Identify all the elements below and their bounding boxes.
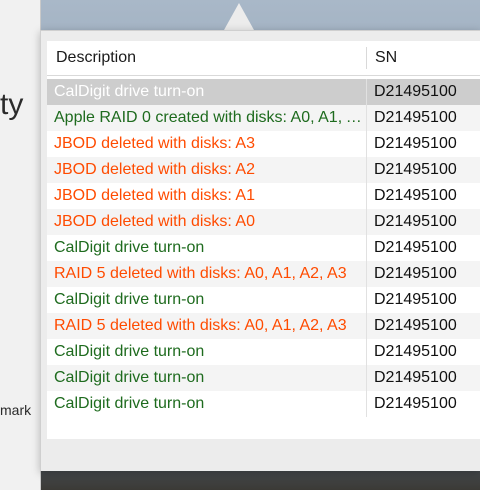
row-sn: D21495100 <box>374 187 457 204</box>
table-row[interactable]: JBOD deleted with disks: A3 D21495100 <box>47 131 480 157</box>
row-sn: D21495100 <box>374 135 457 152</box>
row-divider <box>366 131 367 157</box>
row-sn: D21495100 <box>374 317 457 334</box>
row-description: JBOD deleted with disks: A3 <box>54 135 255 152</box>
row-sn: D21495100 <box>374 343 457 360</box>
background-title-fragment: ty <box>0 88 24 121</box>
row-divider <box>366 287 367 313</box>
row-sn: D21495100 <box>374 369 457 386</box>
column-divider[interactable] <box>366 47 367 69</box>
table-row[interactable]: CalDigit drive turn-on D21495100 <box>47 339 480 365</box>
row-divider <box>366 365 367 391</box>
row-description: Apple RAID 0 created with disks: A0, A1,… <box>54 109 364 126</box>
row-sn: D21495100 <box>374 83 457 100</box>
row-sn: D21495100 <box>374 265 457 282</box>
column-header-description[interactable]: Description <box>56 41 136 75</box>
row-sn: D21495100 <box>374 109 457 126</box>
row-divider <box>366 261 367 287</box>
row-description: CalDigit drive turn-on <box>54 239 205 256</box>
table-row[interactable]: RAID 5 deleted with disks: A0, A1, A2, A… <box>47 261 480 287</box>
row-divider <box>366 183 367 209</box>
table-row[interactable]: JBOD deleted with disks: A0 D21495100 <box>47 209 480 235</box>
row-description: JBOD deleted with disks: A1 <box>54 187 255 204</box>
row-description: RAID 5 deleted with disks: A0, A1, A2, A… <box>54 317 347 334</box>
table-row[interactable]: CalDigit drive turn-on D21495100 <box>47 391 480 417</box>
table-row[interactable]: JBOD deleted with disks: A1 D21495100 <box>47 183 480 209</box>
table-row[interactable]: CalDigit drive turn-on D21495100 <box>47 365 480 391</box>
row-sn: D21495100 <box>374 239 457 256</box>
column-header-sn[interactable]: SN <box>375 41 397 75</box>
row-sn: D21495100 <box>374 161 457 178</box>
row-description: CalDigit drive turn-on <box>54 291 205 308</box>
row-description: RAID 5 deleted with disks: A0, A1, A2, A… <box>54 265 347 282</box>
table-row[interactable]: CalDigit drive turn-on D21495100 <box>47 79 480 105</box>
row-divider <box>366 105 367 131</box>
event-log-popover: Description SN CalDigit drive turn-on D21… <box>40 30 480 471</box>
table-row[interactable]: CalDigit drive turn-on D21495100 <box>47 235 480 261</box>
row-divider <box>366 79 367 105</box>
popover-arrow <box>224 3 254 30</box>
row-description: CalDigit drive turn-on <box>54 83 205 100</box>
row-divider <box>366 391 367 417</box>
table-row[interactable]: RAID 5 deleted with disks: A0, A1, A2, A… <box>47 313 480 339</box>
row-description: JBOD deleted with disks: A2 <box>54 161 255 178</box>
table-row[interactable]: CalDigit drive turn-on D21495100 <box>47 287 480 313</box>
row-description: CalDigit drive turn-on <box>54 343 205 360</box>
row-description: CalDigit drive turn-on <box>54 369 205 386</box>
background-window: ty mark <box>0 0 41 490</box>
row-divider <box>366 339 367 365</box>
row-divider <box>366 235 367 261</box>
table-header: Description SN <box>47 41 480 76</box>
row-divider <box>366 209 367 235</box>
table-body: CalDigit drive turn-on D21495100 Apple RAI… <box>47 79 480 417</box>
row-sn: D21495100 <box>374 395 457 412</box>
row-description: CalDigit drive turn-on <box>54 395 205 412</box>
row-sn: D21495100 <box>374 213 457 230</box>
row-divider <box>366 313 367 339</box>
row-sn: D21495100 <box>374 291 457 308</box>
table-row[interactable]: Apple RAID 0 created with disks: A0, A1,… <box>47 105 480 131</box>
row-divider <box>366 157 367 183</box>
row-description: JBOD deleted with disks: A0 <box>54 213 255 230</box>
background-label-fragment: mark <box>0 402 32 418</box>
event-log-table[interactable]: Description SN CalDigit drive turn-on D21… <box>47 41 480 439</box>
table-row[interactable]: JBOD deleted with disks: A2 D21495100 <box>47 157 480 183</box>
